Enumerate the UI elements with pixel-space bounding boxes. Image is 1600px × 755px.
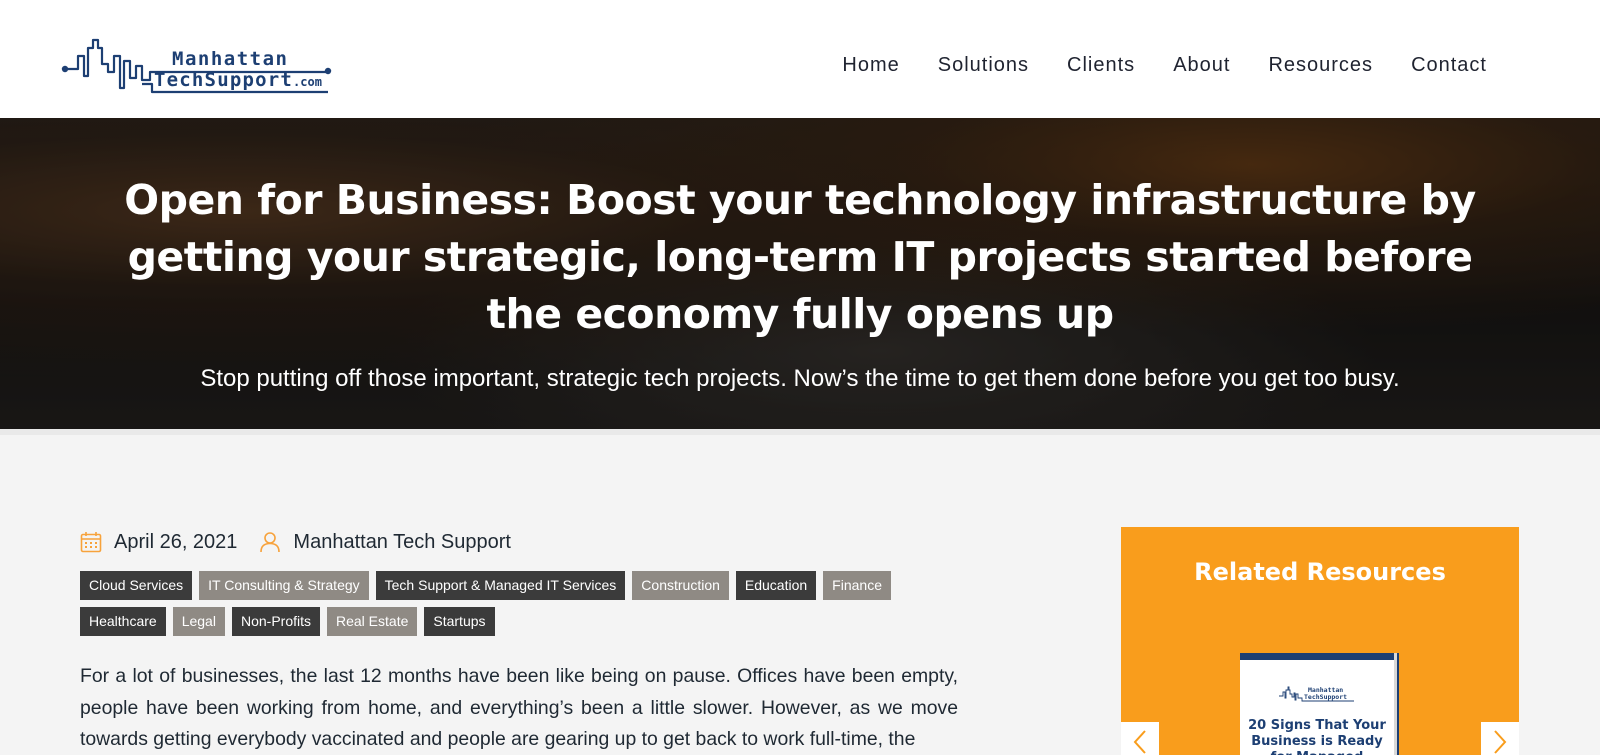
related-resources-title: Related Resources: [1194, 558, 1446, 586]
tag-real-estate[interactable]: Real Estate: [327, 607, 418, 636]
tag-cloud-services[interactable]: Cloud Services: [80, 571, 193, 600]
calendar-icon: [80, 532, 102, 553]
related-resources-panel: Related Resources Manhattan TechSupport …: [1121, 527, 1519, 755]
tag-construction[interactable]: Construction: [632, 571, 729, 600]
tag-tech-support-managed-it[interactable]: Tech Support & Managed IT Services: [375, 571, 626, 600]
nav-about[interactable]: About: [1173, 54, 1230, 77]
post-date-text: April 26, 2021: [114, 530, 238, 553]
post-author[interactable]: Manhattan Tech Support: [259, 531, 511, 554]
tag-list: Cloud Services IT Consulting & Strategy …: [80, 571, 920, 636]
tag-finance[interactable]: Finance: [823, 571, 891, 600]
logo-text-techsupport-main: TechSupport: [154, 69, 294, 91]
site-header: Manhattan TechSupport.com Home Solutions…: [0, 0, 1600, 118]
nav-resources[interactable]: Resources: [1268, 54, 1373, 77]
hero-banner: Open for Business: Boost your technology…: [0, 118, 1600, 429]
nav-clients[interactable]: Clients: [1067, 54, 1135, 77]
site-logo[interactable]: Manhattan TechSupport.com: [60, 26, 350, 96]
post-meta: April 26, 2021 Manhattan Tech Support: [80, 527, 533, 557]
tag-startups[interactable]: Startups: [424, 607, 495, 636]
ebook-logo-icon: Manhattan TechSupport: [1279, 686, 1354, 702]
tag-non-profits[interactable]: Non-Profits: [231, 607, 320, 636]
tag-legal[interactable]: Legal: [172, 607, 225, 636]
post-author-text: Manhattan Tech Support: [293, 530, 511, 553]
nav-contact[interactable]: Contact: [1411, 54, 1487, 77]
page-title: Open for Business: Boost your technology…: [124, 176, 1476, 338]
article-intro: For a lot of businesses, the last 12 mon…: [80, 665, 958, 750]
resource-ebook[interactable]: Manhattan TechSupport 20 Signs That Your…: [1240, 653, 1400, 755]
user-icon: [260, 532, 281, 553]
main-nav: Home Solutions Clients About Resources C…: [842, 54, 1487, 77]
tag-it-consulting-strategy[interactable]: IT Consulting & Strategy: [199, 571, 369, 600]
chevron-left-icon: [1133, 730, 1146, 754]
tag-healthcare[interactable]: Healthcare: [80, 607, 166, 636]
post-date: April 26, 2021: [80, 531, 237, 554]
logo-text-techsupport: TechSupport.com: [154, 69, 322, 91]
ebook-logo-line2: TechSupport: [1304, 693, 1347, 701]
hero-divider: [0, 429, 1600, 435]
ebook-cover: Manhattan TechSupport 20 Signs That Your…: [1240, 653, 1394, 755]
logo-text-domain: .com: [293, 75, 322, 89]
nav-home[interactable]: Home: [842, 54, 899, 77]
nav-solutions[interactable]: Solutions: [938, 54, 1029, 77]
page-subtitle: Stop putting off those important, strate…: [200, 365, 1400, 392]
logo-text-manhattan: Manhattan: [172, 48, 289, 70]
ebook-title: 20 Signs That Your Business is Ready for…: [1248, 718, 1386, 755]
chevron-right-icon: [1494, 730, 1507, 754]
carousel-prev-button[interactable]: [1121, 722, 1159, 755]
carousel-next-button[interactable]: [1481, 722, 1519, 755]
tag-education[interactable]: Education: [735, 571, 817, 600]
